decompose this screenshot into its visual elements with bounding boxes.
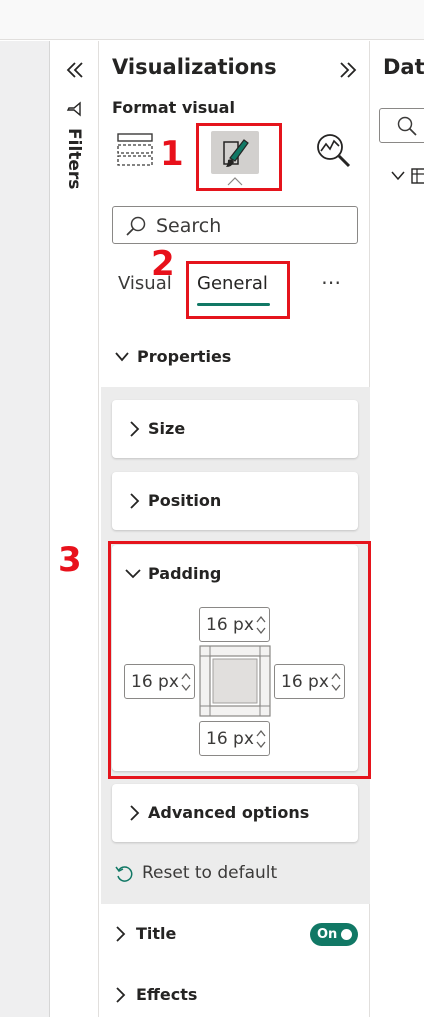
analytics-icon[interactable]: [313, 131, 355, 169]
toggle-on-label: On: [317, 927, 338, 942]
table-expand-icon[interactable]: [390, 166, 424, 186]
data-pane-title: Data: [383, 55, 424, 79]
top-bar: [0, 0, 424, 40]
report-canvas-edge: [0, 41, 50, 1017]
reset-to-default-link[interactable]: Reset to default: [142, 863, 277, 883]
advanced-options-card[interactable]: Advanced options: [112, 784, 358, 842]
annotation-step-3: 3: [58, 540, 82, 580]
search-input[interactable]: Search: [112, 206, 358, 244]
size-label: Size: [148, 419, 186, 438]
toggle-knob: [341, 929, 352, 940]
chevron-right-icon: [130, 493, 140, 509]
chevron-right-icon: [130, 421, 140, 437]
more-options-icon[interactable]: ⋯: [321, 270, 341, 294]
chevron-right-icon: [130, 805, 140, 821]
annotation-box-3: [108, 541, 371, 779]
collapse-filters-icon[interactable]: [64, 60, 86, 80]
annotation-box-2: [186, 261, 290, 319]
position-card[interactable]: Position: [112, 472, 358, 530]
visualizations-title: Visualizations: [112, 55, 277, 79]
chevron-right-icon[interactable]: [114, 986, 126, 1004]
advanced-options-label: Advanced options: [148, 803, 310, 822]
search-icon: [126, 216, 146, 236]
size-card[interactable]: Size: [112, 400, 358, 458]
title-section-header[interactable]: Title: [136, 924, 176, 943]
search-icon: [397, 116, 417, 136]
annotation-box-1: [196, 123, 282, 191]
title-toggle[interactable]: On: [310, 923, 358, 946]
tab-visual[interactable]: Visual: [118, 273, 172, 294]
format-visual-label: Format visual: [112, 98, 235, 117]
search-placeholder: Search: [156, 215, 222, 237]
position-label: Position: [148, 491, 222, 510]
chevron-down-icon[interactable]: [114, 350, 130, 364]
collapse-visualizations-icon[interactable]: [337, 60, 359, 80]
filter-funnel-icon: [66, 101, 81, 117]
chevron-right-icon[interactable]: [114, 925, 126, 943]
properties-header[interactable]: Properties: [137, 347, 231, 366]
effects-section-header[interactable]: Effects: [136, 985, 197, 1004]
reset-icon[interactable]: [114, 864, 134, 884]
annotation-step-1: 1: [160, 134, 184, 174]
data-search-input[interactable]: [379, 108, 424, 143]
data-pane: [371, 41, 424, 1017]
filters-title[interactable]: Filters: [64, 128, 84, 200]
build-visual-icon[interactable]: [116, 131, 154, 169]
